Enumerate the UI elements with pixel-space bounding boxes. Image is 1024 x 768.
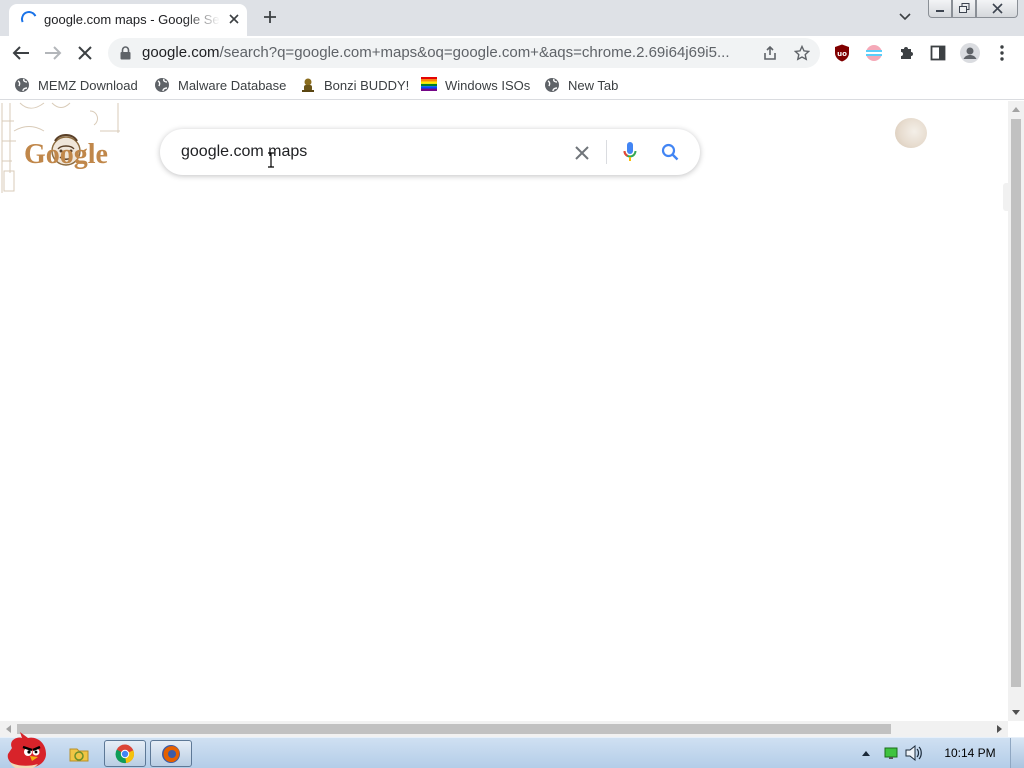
start-button[interactable] <box>2 732 50 768</box>
network-icon[interactable] <box>882 744 900 762</box>
close-icon <box>229 14 239 24</box>
arrow-left-icon <box>12 46 29 60</box>
back-button[interactable] <box>8 40 34 66</box>
taskbar-firefox-button[interactable] <box>150 740 192 767</box>
extension-flag-icon[interactable] <box>861 40 887 66</box>
tab-close-button[interactable] <box>225 10 243 28</box>
window-close-button[interactable] <box>976 0 1018 18</box>
scroll-right-arrow-icon[interactable] <box>992 721 1008 737</box>
tray-show-hidden-icon[interactable] <box>858 744 874 762</box>
address-bar[interactable]: google.com/search?q=google.com+maps&oq=g… <box>108 38 820 68</box>
doodle-logo-text: Google <box>24 139 108 170</box>
search-box[interactable]: google.com maps <box>160 129 700 175</box>
restore-icon <box>958 3 969 13</box>
volume-icon[interactable] <box>904 744 924 762</box>
chrome-icon <box>115 744 135 763</box>
search-submit-button[interactable] <box>658 140 682 164</box>
taskbar-explorer-button[interactable] <box>58 740 100 767</box>
bookmark-label: Bonzi BUDDY! <box>324 77 410 93</box>
bookmark-memz-download[interactable]: MEMZ Download <box>14 75 138 95</box>
minimize-icon <box>936 10 944 12</box>
scroll-down-arrow-icon[interactable] <box>1008 705 1024 721</box>
url-host: google.com <box>142 44 220 61</box>
taskbar-chrome-button[interactable] <box>104 740 146 767</box>
vertical-scroll-thumb[interactable] <box>1011 119 1021 687</box>
tab-strip: google.com maps - Google Search <box>0 0 1024 36</box>
voice-search-button[interactable] <box>618 140 642 164</box>
bookmark-new-tab[interactable]: New Tab <box>544 75 618 95</box>
bookmark-malware-database[interactable]: Malware Database <box>154 75 286 95</box>
forward-button[interactable] <box>40 40 66 66</box>
rainbow-flag-icon <box>421 77 437 93</box>
firefox-icon <box>162 744 180 763</box>
address-url[interactable]: google.com/search?q=google.com+maps&oq=g… <box>142 44 752 62</box>
more-vert-icon <box>1000 45 1004 61</box>
plus-icon <box>264 11 276 23</box>
arrow-right-icon <box>45 46 62 60</box>
browser-tab-active[interactable]: google.com maps - Google Search <box>9 4 247 36</box>
bookmark-label: MEMZ Download <box>38 77 138 93</box>
folder-icon <box>69 748 89 761</box>
tab-title: google.com maps - Google Search <box>44 12 220 27</box>
bookmarks-bar: MEMZ Download Malware Database Bonzi BUD… <box>0 70 1024 100</box>
extensions-puzzle-icon[interactable] <box>893 40 919 66</box>
globe-icon <box>14 77 30 93</box>
browser-toolbar: google.com/search?q=google.com+maps&oq=g… <box>0 36 1024 70</box>
search-input[interactable]: google.com maps <box>181 142 307 162</box>
clear-search-button[interactable] <box>570 141 594 165</box>
horizontal-scroll-thumb[interactable] <box>17 724 891 734</box>
loading-spinner-icon <box>18 8 40 30</box>
stop-loading-button[interactable] <box>72 40 98 66</box>
microphone-icon <box>623 142 637 161</box>
new-tab-button[interactable] <box>258 5 282 29</box>
account-avatar-placeholder[interactable] <box>895 118 927 148</box>
ublock-extension-icon[interactable]: uo <box>829 40 855 66</box>
close-icon <box>575 146 589 160</box>
bookmark-label: New Tab <box>568 77 619 93</box>
bookmark-label: Malware Database <box>178 77 287 93</box>
angry-bird-icon <box>7 732 46 768</box>
taskbar-clock[interactable]: 10:14 PM <box>936 746 1004 760</box>
windows-taskbar: 10:14 PM <box>0 732 1024 768</box>
bookmark-bonzi-buddy[interactable]: Bonzi BUDDY! <box>300 75 409 95</box>
globe-icon <box>154 77 170 93</box>
scroll-up-arrow-icon[interactable] <box>1008 101 1024 117</box>
close-icon <box>78 46 92 60</box>
search-divider <box>606 140 607 164</box>
google-doodle-logo[interactable]: Google <box>0 101 130 196</box>
bonzi-icon <box>300 77 316 93</box>
share-icon[interactable] <box>760 43 780 63</box>
svg-text:uo: uo <box>837 50 847 58</box>
search-icon <box>661 143 679 161</box>
text-cursor-icon <box>268 152 274 168</box>
chevron-down-icon <box>899 13 911 21</box>
vertical-scrollbar[interactable] <box>1008 101 1024 721</box>
show-desktop-button[interactable] <box>1010 738 1024 768</box>
lock-icon[interactable] <box>120 46 131 65</box>
scroll-corner <box>1008 721 1024 737</box>
bookmark-label: Windows ISOs <box>445 77 531 93</box>
profile-avatar-icon[interactable] <box>957 40 983 66</box>
bookmark-windows-isos[interactable]: Windows ISOs <box>421 75 530 95</box>
tab-search-button[interactable] <box>894 6 916 28</box>
horizontal-scrollbar[interactable] <box>0 721 1008 737</box>
page-content: Google google.com maps <box>0 101 1008 721</box>
globe-icon <box>544 77 560 93</box>
window-restore-button[interactable] <box>952 0 976 18</box>
window-minimize-button[interactable] <box>928 0 952 18</box>
close-icon <box>991 3 1003 14</box>
browser-menu-button[interactable] <box>989 40 1015 66</box>
url-path: /search?q=google.com+maps&oq=google.com+… <box>219 44 730 61</box>
bookmark-star-icon[interactable] <box>792 43 812 63</box>
side-panel-icon[interactable] <box>925 40 951 66</box>
